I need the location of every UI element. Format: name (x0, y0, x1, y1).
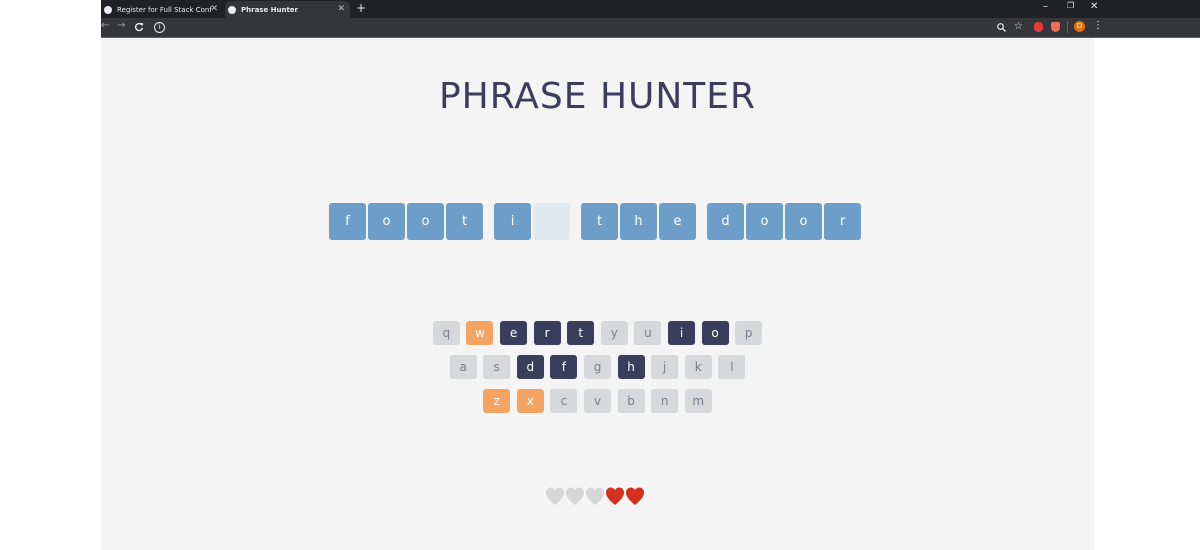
page-title: PHRASE HUNTER (438, 76, 757, 117)
phrase-letter-hidden: n (533, 203, 570, 240)
menu-icon[interactable]: ⋮ (1093, 20, 1103, 31)
key-q[interactable]: q (432, 321, 460, 345)
phrase-display: footinthedoor (329, 203, 863, 241)
key-w[interactable]: w (466, 321, 494, 345)
window-close-icon[interactable]: ✕ (1090, 1, 1098, 12)
phrase-letter: r (824, 203, 861, 240)
key-k[interactable]: k (684, 355, 712, 379)
globe-icon (228, 5, 236, 14)
close-tab-icon[interactable]: ✕ (210, 4, 218, 14)
keyboard-row: asdfghjkl (101, 355, 1094, 379)
lost-heart-icon (546, 487, 564, 505)
key-d[interactable]: d (516, 355, 544, 379)
key-i[interactable]: i (667, 321, 695, 345)
key-b[interactable]: b (617, 389, 645, 413)
tab-phrase-hunter[interactable]: Phrase Hunter ✕ (225, 1, 350, 18)
star-icon[interactable]: ☆ (1014, 21, 1023, 32)
lost-heart-icon (566, 487, 584, 505)
keyboard-row: zxcvbnm (101, 389, 1094, 413)
extension-icon[interactable] (1034, 22, 1043, 32)
tab-register-conf[interactable]: Register for Full Stack Conf ✕ (101, 1, 223, 18)
phrase-letter: e (659, 203, 696, 240)
game-page: PHRASE HUNTER footinthedoor qwertyuiopas… (101, 38, 1094, 550)
key-l[interactable]: l (718, 355, 746, 379)
onscreen-keyboard: qwertyuiop asdfghjkl zxcvbnm (101, 321, 1094, 423)
key-g[interactable]: g (584, 355, 611, 379)
toolbar-divider (1067, 21, 1068, 33)
key-n[interactable]: n (651, 389, 679, 413)
keyboard-row: qwertyuiop (101, 321, 1094, 345)
restore-icon[interactable]: ❐ (1067, 1, 1074, 10)
close-tab-icon[interactable]: ✕ (337, 4, 345, 14)
tab-label: Phrase Hunter (241, 5, 299, 14)
key-v[interactable]: v (584, 389, 611, 413)
key-y[interactable]: y (600, 321, 628, 345)
phrase-letter: o (785, 203, 822, 240)
phrase-letter: f (329, 203, 366, 240)
phrase-letter: o (407, 203, 444, 240)
key-s[interactable]: s (483, 355, 511, 379)
key-a[interactable]: a (449, 355, 477, 379)
key-x[interactable]: x (516, 389, 544, 413)
live-heart-icon (606, 487, 624, 505)
phrase-letter: t (581, 203, 618, 240)
lost-heart-icon (586, 487, 604, 505)
key-t[interactable]: t (567, 321, 595, 345)
page-edge (1094, 38, 1100, 550)
key-z[interactable]: z (483, 389, 511, 413)
site-info-icon[interactable]: i (154, 22, 165, 33)
key-c[interactable]: c (550, 389, 578, 413)
reload-icon[interactable] (134, 22, 144, 32)
key-h[interactable]: h (617, 355, 645, 379)
browser-chrome: Register for Full Stack Conf ✕ Phrase Hu… (101, 0, 1200, 38)
back-icon[interactable]: ← (101, 20, 109, 31)
shield-icon[interactable] (1051, 22, 1060, 32)
forward-icon[interactable]: → (117, 20, 125, 31)
lives-scoreboard (545, 486, 645, 508)
new-tab-button[interactable]: + (356, 1, 366, 15)
phrase-letter: h (620, 203, 657, 240)
phrase-letter: t (446, 203, 483, 240)
key-m[interactable]: m (684, 389, 712, 413)
zoom-icon[interactable] (997, 23, 1006, 32)
phrase-letter: o (368, 203, 405, 240)
phrase-letter: i (494, 203, 531, 240)
browser-toolbar: ← → i ☆ D ⋮ (101, 18, 1200, 37)
phrase-space (572, 203, 581, 240)
key-e[interactable]: e (500, 321, 528, 345)
key-j[interactable]: j (651, 355, 679, 379)
live-heart-icon (626, 487, 644, 505)
key-u[interactable]: u (634, 321, 662, 345)
tab-label: Register for Full Stack Conf (117, 5, 212, 14)
phrase-letter: d (707, 203, 744, 240)
phrase-space (698, 203, 707, 240)
phrase-space (485, 203, 494, 240)
key-p[interactable]: p (735, 321, 763, 345)
key-f[interactable]: f (550, 355, 578, 379)
tab-strip: Register for Full Stack Conf ✕ Phrase Hu… (101, 0, 1200, 18)
profile-avatar[interactable]: D (1074, 21, 1085, 32)
phrase-letter: o (746, 203, 783, 240)
globe-icon (104, 5, 112, 14)
minimize-icon[interactable]: – (1043, 1, 1048, 12)
key-o[interactable]: o (701, 321, 729, 345)
key-r[interactable]: r (533, 321, 561, 345)
